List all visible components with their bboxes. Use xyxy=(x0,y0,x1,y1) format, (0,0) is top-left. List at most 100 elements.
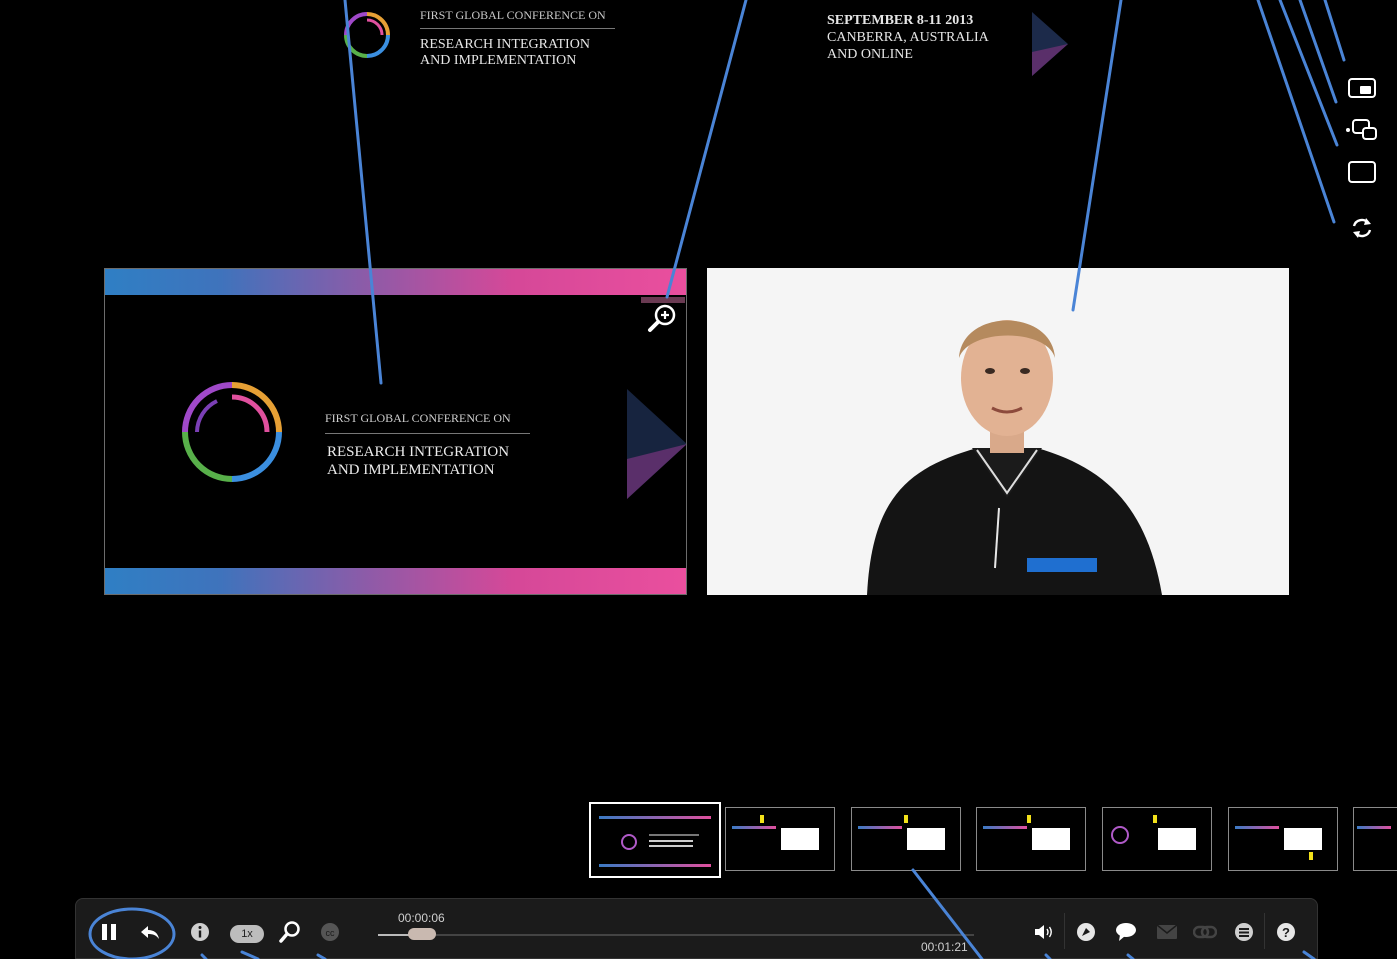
conference-date-banner: SEPTEMBER 8-11 2013 CANBERRA, AUSTRALIA … xyxy=(827,12,1068,76)
slide-top-bar xyxy=(105,269,686,295)
control-separator xyxy=(1064,913,1065,949)
zoom-in-icon xyxy=(648,304,676,332)
thumbnail-video xyxy=(1158,828,1196,850)
slide-title: RESEARCH INTEGRATION AND IMPLEMENTATION xyxy=(327,443,509,479)
banner-chevron-icon xyxy=(1032,12,1068,76)
thumbnail-text xyxy=(649,834,699,836)
pause-icon xyxy=(102,924,116,940)
email-icon xyxy=(1156,924,1178,939)
comment-button[interactable] xyxy=(1114,919,1138,945)
menu-list-icon xyxy=(1235,923,1253,941)
playback-speed-button[interactable]: 1x xyxy=(230,925,264,943)
thumbnail-text xyxy=(649,845,693,847)
presenter-video xyxy=(707,268,1289,595)
comment-icon xyxy=(1116,923,1136,941)
email-button[interactable] xyxy=(1154,919,1180,945)
banner-subtitle: FIRST GLOBAL CONFERENCE ON xyxy=(420,8,606,22)
closed-captions-button[interactable]: cc xyxy=(318,919,342,945)
thumbnail-2[interactable] xyxy=(725,807,835,871)
slide-title-line1: RESEARCH INTEGRATION xyxy=(327,444,510,460)
thumbnail-logo-icon xyxy=(1111,826,1129,844)
annotation-line xyxy=(665,0,748,299)
thumbnail-6[interactable] xyxy=(1228,807,1338,871)
zoom-button[interactable] xyxy=(641,299,681,339)
slide-chevron-icon xyxy=(627,389,686,499)
thumbnail-3[interactable] xyxy=(851,807,961,871)
banner-date-line1: SEPTEMBER 8-11 2013 xyxy=(827,13,974,28)
help-icon: ? xyxy=(1277,923,1295,941)
thumbnail-video xyxy=(1284,828,1322,850)
thumbnail-7[interactable] xyxy=(1353,807,1397,871)
swap-layout-icon xyxy=(1346,119,1377,140)
annotation-line xyxy=(1256,0,1336,224)
search-button[interactable] xyxy=(276,919,304,945)
volume-button[interactable] xyxy=(1032,919,1056,945)
single-screen-button[interactable] xyxy=(1340,154,1384,190)
closed-captions-icon: cc xyxy=(321,923,339,941)
slide-subtitle: FIRST GLOBAL CONFERENCE ON xyxy=(325,411,511,425)
progress-handle[interactable] xyxy=(408,928,437,940)
slide-logo-icon xyxy=(182,382,282,482)
annotation-line xyxy=(1323,0,1346,62)
thumbnail-bar xyxy=(858,826,902,829)
single-screen-icon xyxy=(1348,161,1376,183)
video-panel[interactable] xyxy=(707,268,1289,595)
banner-title-line1: RESEARCH INTEGRATION xyxy=(420,37,590,52)
svg-text:cc: cc xyxy=(326,928,336,938)
thumbnail-video xyxy=(781,828,819,850)
back-button[interactable] xyxy=(136,919,164,945)
menu-button[interactable] xyxy=(1232,919,1256,945)
slide-title-line2: AND IMPLEMENTATION xyxy=(327,462,495,478)
thumbnail-video xyxy=(907,828,945,850)
swap-layout-button[interactable] xyxy=(1340,112,1384,148)
link-button[interactable] xyxy=(1192,919,1218,945)
thumbnail-4[interactable] xyxy=(976,807,1086,871)
thumbnail-bar xyxy=(983,826,1027,829)
help-button[interactable]: ? xyxy=(1274,919,1298,945)
volume-icon xyxy=(1035,925,1052,939)
thumbnail-marker xyxy=(904,815,908,823)
svg-text:?: ? xyxy=(1282,925,1290,940)
thumbnail-text xyxy=(649,840,693,842)
picture-in-picture-button[interactable] xyxy=(1340,70,1384,106)
info-icon xyxy=(191,923,209,941)
layout-controls xyxy=(1340,70,1384,250)
banner-title: RESEARCH INTEGRATION AND IMPLEMENTATION xyxy=(420,37,590,69)
banner-divider xyxy=(420,28,615,29)
thumbnail-bar xyxy=(732,826,776,829)
thumbnail-marker xyxy=(1309,852,1313,860)
progress-track[interactable] xyxy=(378,934,974,936)
picture-in-picture-icon xyxy=(1348,78,1376,98)
current-time: 00:00:06 xyxy=(398,911,445,925)
slide-panel[interactable]: FIRST GLOBAL CONFERENCE ON RESEARCH INTE… xyxy=(104,268,687,595)
thumbnail-video xyxy=(1032,828,1070,850)
thumbnail-bar xyxy=(598,864,712,867)
info-button[interactable] xyxy=(188,919,212,945)
bookmark-button[interactable] xyxy=(1074,919,1098,945)
banner-date-line3: AND ONLINE xyxy=(827,47,913,62)
search-icon xyxy=(279,921,300,943)
refresh-button[interactable] xyxy=(1340,210,1384,246)
banner-title-line2: AND IMPLEMENTATION xyxy=(420,53,577,68)
thumbnail-marker xyxy=(1153,815,1157,823)
link-icon xyxy=(1193,925,1217,939)
annotation-line xyxy=(1071,0,1123,312)
thumbnail-1[interactable] xyxy=(589,802,721,878)
player-control-bar: 1x cc 00:00:06 00:01:21 ? xyxy=(75,898,1318,959)
annotation-line xyxy=(1278,0,1339,147)
slide-divider xyxy=(325,433,530,434)
thumbnail-5[interactable] xyxy=(1102,807,1212,871)
thumbnail-logo-icon xyxy=(621,834,637,850)
slide-bottom-bar xyxy=(105,568,686,594)
thumbnail-marker xyxy=(1027,815,1031,823)
thumbnail-marker xyxy=(760,815,764,823)
back-arrow-icon xyxy=(141,926,159,939)
bookmark-icon xyxy=(1077,923,1095,941)
conference-logo-icon xyxy=(344,12,390,58)
banner-date: SEPTEMBER 8-11 2013 CANBERRA, AUSTRALIA … xyxy=(827,12,1067,63)
refresh-icon xyxy=(1352,218,1372,238)
banner-date-line2: CANBERRA, AUSTRALIA xyxy=(827,30,989,45)
thumbnail-bar xyxy=(1235,826,1279,829)
pause-button[interactable] xyxy=(96,919,122,945)
thumbnail-bar xyxy=(1356,826,1391,829)
